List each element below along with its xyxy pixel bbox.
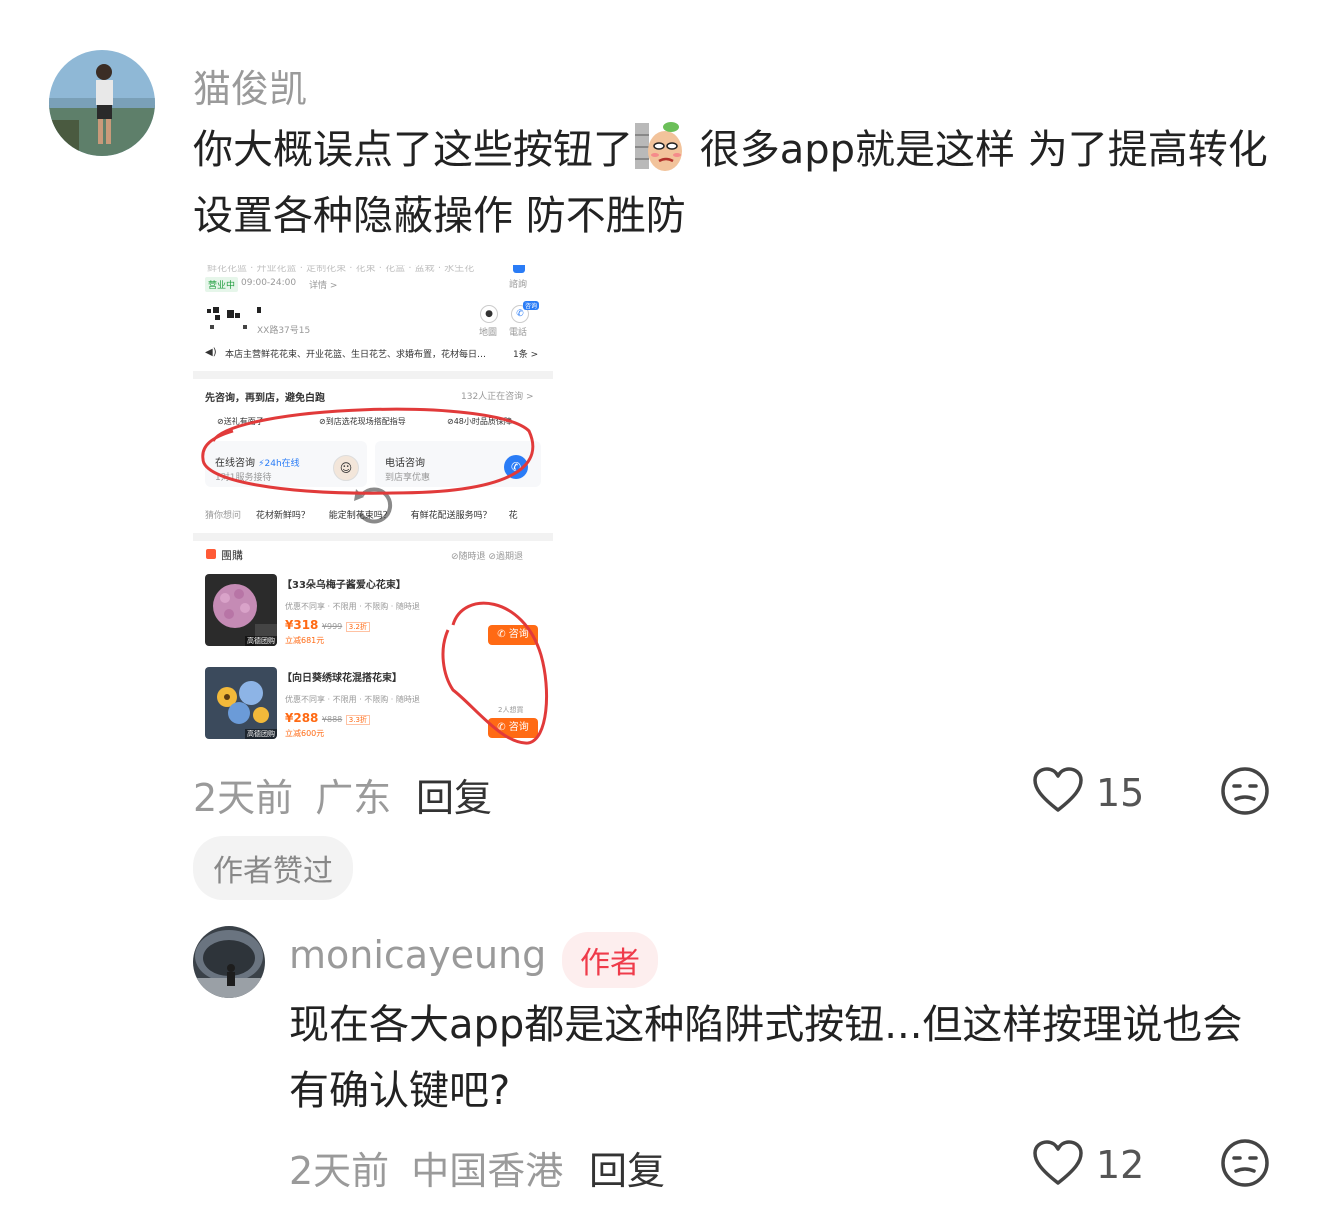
map-label: 地圖 [479,328,498,338]
product-2-image-tag: 高德团购 [245,729,277,739]
product-1-saved: 立减681元 [285,636,325,645]
group-buy-icon [206,549,216,559]
comment-like-button[interactable] [1032,766,1084,814]
consult-top-label: 諮詢 [509,280,528,290]
reply-reply-button[interactable]: 回复 [589,1140,665,1195]
meh-face-icon [1221,1139,1269,1187]
commenter-avatar[interactable] [49,50,155,156]
group-buy-tags: ⊘随時退 ⊘過期退 [451,552,523,562]
red-highlight-circle [201,407,535,495]
reply-text: 现在各大app都是这种陷阱式按钮...但这样按理说也会有确认键吧? [289,1002,1243,1114]
group-buy-title: 團購 [221,549,243,562]
reply-meta: 2天前 中国香港 [289,1140,563,1195]
phone-label: 電話 [509,328,528,338]
map-pin-icon[interactable]: ● [480,305,498,323]
reply-like-count: 12 [1096,1143,1145,1187]
fade-text: 鲜花花篮 · 开业花篮 · 定制花束 · 花束 · 花盒 · 盆栽 · 永生花 [207,265,475,274]
status-badge: 营业中 [205,277,239,292]
meh-face-icon [1221,767,1269,815]
question-chip[interactable]: 能定制花束吗？ [329,511,392,521]
product-1-price-row: ¥318 ¥999 3.2折 [285,618,370,632]
business-hours: 09:00-24:00 [241,278,297,288]
phone-consult-badge: 咨询 [523,301,540,310]
product-1-name[interactable]: 【33朵乌梅子酱爱心花束】 [282,576,406,591]
comment-meta: 2天前 广东 [193,767,391,822]
attached-screenshot-image[interactable]: 鲜花花篮 · 开业花篮 · 定制花束 · 花束 · 花盒 · 盆栽 · 永生花 … [193,265,553,745]
author-badge: 作者 [562,932,658,988]
product-1-image-tag: 高德团购 [245,636,277,646]
product-2-name[interactable]: 【向日葵绣球花混搭花束】 [282,669,402,684]
suggested-questions: 猜你想问 花材新鲜吗？ 能定制花束吗？ 有鲜花配送服务吗？ 花 [205,511,518,521]
commenter-username[interactable]: 猫俊凯 [193,58,307,113]
comment-time: 2天前 [193,776,294,820]
product-2-image[interactable]: 高德团购 [205,667,277,739]
comment-text: 你大概误点了这些按钮了 很多app就是这样 为了提高转化设置各种隐蔽操作 防不胜… [193,117,1283,249]
announcement-count[interactable]: 1条 > [513,347,538,360]
reply-avatar[interactable] [193,926,265,998]
sly-peeking-emoji-icon [633,119,687,173]
comment-reply-button[interactable]: 回复 [416,767,492,822]
reply-location: 中国香港 [411,1149,564,1193]
reply-username[interactable]: monicayeung [289,933,546,977]
question-chip[interactable]: 有鲜花配送服务吗？ [411,511,492,521]
section-divider [193,533,553,541]
announcement-text[interactable]: 本店主营鲜花花束、开业花篮、生日花艺、求婚布置，花材每日… [225,347,486,360]
question-chip[interactable]: 花材新鲜吗？ [256,511,310,521]
reply-time: 2天前 [289,1149,390,1193]
comment-text-part-1: 你大概误点了这些按钮了 [193,127,633,173]
reply-like-button[interactable] [1032,1139,1084,1187]
red-highlight-loop [441,601,549,745]
comment-location: 广东 [315,776,392,820]
product-1-image[interactable]: 高德团购 [205,574,277,646]
consult-top-icon [513,265,525,273]
product-1-rules: 优惠不同享 · 不限用 · 不限购 · 随時退 [285,602,420,611]
speaker-icon: ◀) [205,347,217,358]
product-2-saved: 立减600元 [285,729,325,738]
heart-icon [1033,767,1083,812]
hours-detail-link[interactable]: 详情 > [309,278,337,291]
author-liked-chip: 作者赞过 [193,836,353,900]
product-2-price-row: ¥288 ¥888 3.3折 [285,711,370,725]
question-chip[interactable]: 花 [509,511,518,521]
address-fragment: XX路37号15 [257,326,311,336]
heart-icon [1033,1140,1083,1185]
comment-dislike-button[interactable] [1220,766,1270,816]
comment-like-count: 15 [1096,771,1145,815]
product-2-rules: 优惠不同享 · 不限用 · 不限购 · 随時退 [285,695,420,704]
reply-dislike-button[interactable] [1220,1138,1270,1188]
section-divider [193,371,553,379]
